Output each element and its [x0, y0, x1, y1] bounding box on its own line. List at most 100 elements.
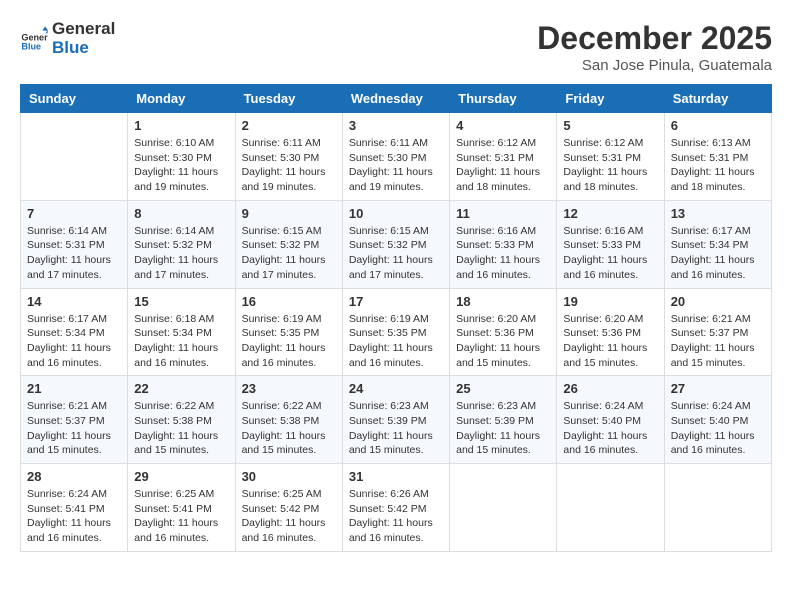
day-number: 30	[242, 469, 336, 484]
calendar-cell: 27 Sunrise: 6:24 AM Sunset: 5:40 PM Dayli…	[664, 376, 771, 464]
month-title: December 2025	[537, 20, 772, 57]
logo-general: General	[52, 20, 115, 39]
day-info: Sunrise: 6:16 AM Sunset: 5:33 PM Dayligh…	[456, 224, 550, 283]
day-number: 10	[349, 206, 443, 221]
day-number: 18	[456, 294, 550, 309]
calendar-cell: 4Sunrise: 6:12 AM Sunset: 5:31 PM Daylig…	[450, 113, 557, 201]
calendar-cell: 5 Sunrise: 6:12 AM Sunset: 5:31 PM Daylig…	[557, 113, 664, 201]
day-info: Sunrise: 6:15 AM Sunset: 5:32 PM Dayligh…	[242, 224, 336, 283]
calendar-cell: 31 Sunrise: 6:26 AM Sunset: 5:42 PM Dayli…	[342, 464, 449, 552]
day-number: 6	[671, 118, 765, 133]
day-number: 7	[27, 206, 121, 221]
day-info: Sunrise: 6:20 AM Sunset: 5:36 PM Dayligh…	[563, 312, 657, 371]
calendar-cell: 2Sunrise: 6:11 AM Sunset: 5:30 PM Daylig…	[235, 113, 342, 201]
day-number: 16	[242, 294, 336, 309]
calendar-cell: 28 Sunrise: 6:24 AM Sunset: 5:41 PM Dayli…	[21, 464, 128, 552]
header-thursday: Thursday	[450, 85, 557, 113]
calendar-cell	[21, 113, 128, 201]
day-number: 31	[349, 469, 443, 484]
calendar-cell	[664, 464, 771, 552]
calendar-header-row: Sunday Monday Tuesday Wednesday Thursday…	[21, 85, 772, 113]
title-block: December 2025 San Jose Pinula, Guatemala	[537, 20, 772, 74]
header-wednesday: Wednesday	[342, 85, 449, 113]
calendar-cell: 3 Sunrise: 6:11 AM Sunset: 5:30 PM Daylig…	[342, 113, 449, 201]
day-info: Sunrise: 6:12 AM Sunset: 5:31 PM Dayligh…	[563, 136, 657, 195]
day-number: 24	[349, 381, 443, 396]
day-info: Sunrise: 6:24 AM Sunset: 5:41 PM Dayligh…	[27, 487, 121, 546]
calendar-cell: 21Sunrise: 6:21 AM Sunset: 5:37 PM Dayli…	[21, 376, 128, 464]
day-info: Sunrise: 6:11 AM Sunset: 5:30 PM Dayligh…	[349, 136, 443, 195]
calendar-week-row: 1 Sunrise: 6:10 AM Sunset: 5:30 PM Daylig…	[21, 113, 772, 201]
day-number: 19	[563, 294, 657, 309]
day-number: 28	[27, 469, 121, 484]
day-number: 12	[563, 206, 657, 221]
day-info: Sunrise: 6:16 AM Sunset: 5:33 PM Dayligh…	[563, 224, 657, 283]
day-number: 23	[242, 381, 336, 396]
calendar-cell: 25Sunrise: 6:23 AM Sunset: 5:39 PM Dayli…	[450, 376, 557, 464]
page-header: General Blue General Blue December 2025 …	[20, 20, 772, 74]
day-number: 17	[349, 294, 443, 309]
day-info: Sunrise: 6:24 AM Sunset: 5:40 PM Dayligh…	[671, 399, 765, 458]
calendar-cell: 26 Sunrise: 6:24 AM Sunset: 5:40 PM Dayli…	[557, 376, 664, 464]
calendar-cell: 12 Sunrise: 6:16 AM Sunset: 5:33 PM Dayli…	[557, 200, 664, 288]
calendar-cell: 9 Sunrise: 6:15 AM Sunset: 5:32 PM Daylig…	[235, 200, 342, 288]
calendar-table: Sunday Monday Tuesday Wednesday Thursday…	[20, 84, 772, 552]
calendar-cell: 23 Sunrise: 6:22 AM Sunset: 5:38 PM Dayli…	[235, 376, 342, 464]
calendar-cell: 14 Sunrise: 6:17 AM Sunset: 5:34 PM Dayli…	[21, 288, 128, 376]
calendar-cell: 17Sunrise: 6:19 AM Sunset: 5:35 PM Dayli…	[342, 288, 449, 376]
calendar-week-row: 14 Sunrise: 6:17 AM Sunset: 5:34 PM Dayli…	[21, 288, 772, 376]
day-number: 9	[242, 206, 336, 221]
day-info: Sunrise: 6:17 AM Sunset: 5:34 PM Dayligh…	[671, 224, 765, 283]
day-number: 26	[563, 381, 657, 396]
day-info: Sunrise: 6:18 AM Sunset: 5:34 PM Dayligh…	[134, 312, 228, 371]
day-info: Sunrise: 6:11 AM Sunset: 5:30 PM Dayligh…	[242, 136, 336, 195]
day-number: 20	[671, 294, 765, 309]
logo-icon: General Blue	[20, 25, 48, 53]
day-number: 29	[134, 469, 228, 484]
day-number: 22	[134, 381, 228, 396]
location: San Jose Pinula, Guatemala	[537, 57, 772, 74]
svg-text:Blue: Blue	[21, 41, 41, 51]
day-info: Sunrise: 6:10 AM Sunset: 5:30 PM Dayligh…	[134, 136, 228, 195]
calendar-cell: 19 Sunrise: 6:20 AM Sunset: 5:36 PM Dayli…	[557, 288, 664, 376]
day-info: Sunrise: 6:25 AM Sunset: 5:41 PM Dayligh…	[134, 487, 228, 546]
header-friday: Friday	[557, 85, 664, 113]
calendar-cell: 20 Sunrise: 6:21 AM Sunset: 5:37 PM Dayli…	[664, 288, 771, 376]
day-number: 4	[456, 118, 550, 133]
day-number: 13	[671, 206, 765, 221]
day-info: Sunrise: 6:20 AM Sunset: 5:36 PM Dayligh…	[456, 312, 550, 371]
day-number: 8	[134, 206, 228, 221]
day-number: 27	[671, 381, 765, 396]
day-info: Sunrise: 6:23 AM Sunset: 5:39 PM Dayligh…	[349, 399, 443, 458]
calendar-cell: 8 Sunrise: 6:14 AM Sunset: 5:32 PM Daylig…	[128, 200, 235, 288]
day-info: Sunrise: 6:23 AM Sunset: 5:39 PM Dayligh…	[456, 399, 550, 458]
day-number: 1	[134, 118, 228, 133]
day-info: Sunrise: 6:14 AM Sunset: 5:32 PM Dayligh…	[134, 224, 228, 283]
day-info: Sunrise: 6:17 AM Sunset: 5:34 PM Dayligh…	[27, 312, 121, 371]
calendar-cell: 13 Sunrise: 6:17 AM Sunset: 5:34 PM Dayli…	[664, 200, 771, 288]
day-info: Sunrise: 6:26 AM Sunset: 5:42 PM Dayligh…	[349, 487, 443, 546]
calendar-cell: 7 Sunrise: 6:14 AM Sunset: 5:31 PM Daylig…	[21, 200, 128, 288]
calendar-cell: 11Sunrise: 6:16 AM Sunset: 5:33 PM Dayli…	[450, 200, 557, 288]
logo: General Blue General Blue	[20, 20, 115, 57]
calendar-cell: 18 Sunrise: 6:20 AM Sunset: 5:36 PM Dayli…	[450, 288, 557, 376]
day-number: 15	[134, 294, 228, 309]
day-info: Sunrise: 6:24 AM Sunset: 5:40 PM Dayligh…	[563, 399, 657, 458]
calendar-cell	[450, 464, 557, 552]
header-monday: Monday	[128, 85, 235, 113]
day-info: Sunrise: 6:14 AM Sunset: 5:31 PM Dayligh…	[27, 224, 121, 283]
day-info: Sunrise: 6:21 AM Sunset: 5:37 PM Dayligh…	[671, 312, 765, 371]
calendar-week-row: 21Sunrise: 6:21 AM Sunset: 5:37 PM Dayli…	[21, 376, 772, 464]
day-number: 14	[27, 294, 121, 309]
day-info: Sunrise: 6:22 AM Sunset: 5:38 PM Dayligh…	[242, 399, 336, 458]
day-number: 21	[27, 381, 121, 396]
logo-blue: Blue	[52, 39, 115, 58]
day-info: Sunrise: 6:15 AM Sunset: 5:32 PM Dayligh…	[349, 224, 443, 283]
header-saturday: Saturday	[664, 85, 771, 113]
day-info: Sunrise: 6:22 AM Sunset: 5:38 PM Dayligh…	[134, 399, 228, 458]
calendar-cell: 24 Sunrise: 6:23 AM Sunset: 5:39 PM Dayli…	[342, 376, 449, 464]
calendar-week-row: 7 Sunrise: 6:14 AM Sunset: 5:31 PM Daylig…	[21, 200, 772, 288]
calendar-cell: 15 Sunrise: 6:18 AM Sunset: 5:34 PM Dayli…	[128, 288, 235, 376]
day-number: 5	[563, 118, 657, 133]
day-number: 3	[349, 118, 443, 133]
